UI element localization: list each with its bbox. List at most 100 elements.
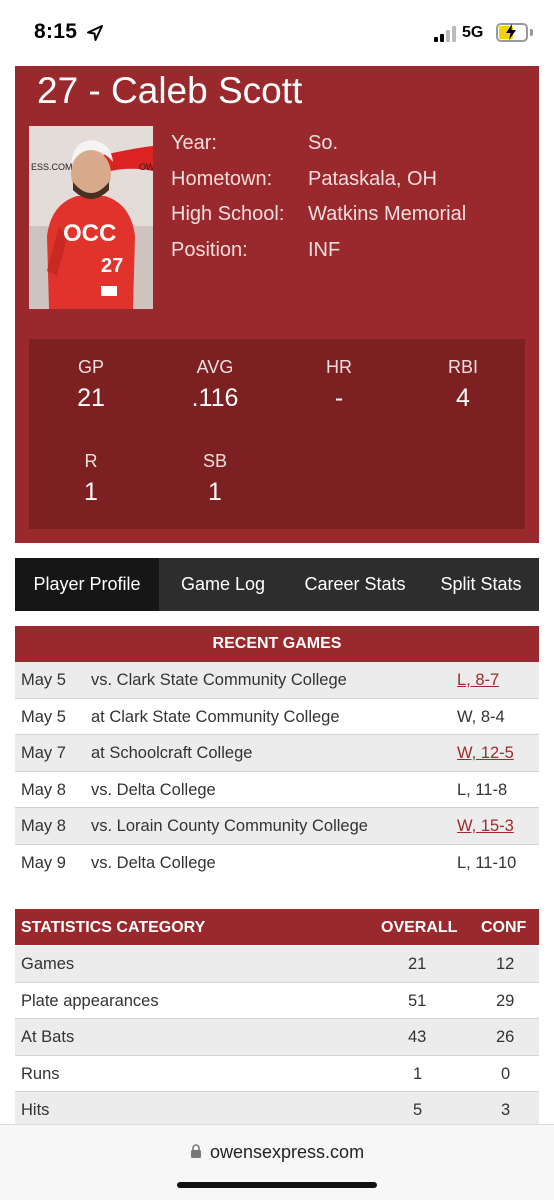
tab-player-profile[interactable]: Player Profile <box>15 558 159 611</box>
game-opponent: at Schoolcraft College <box>91 744 253 762</box>
game-opponent: at Clark State Community College <box>91 707 340 726</box>
table-row: Plate appearances 51 29 <box>15 983 539 1019</box>
column-header-overall: OVERALL <box>381 919 458 936</box>
player-header: 27 - Caleb Scott ESS.COM OW OCC 27 Year:… <box>15 66 539 543</box>
table-row: May 8 vs. Lorain County Community Colleg… <box>15 808 539 845</box>
profile-tabs: Player Profile Game Log Career Stats Spl… <box>15 558 539 611</box>
game-opponent: vs. Lorain County Community College <box>91 817 368 835</box>
game-result-link[interactable]: W, 12-5 <box>457 744 514 763</box>
game-date: May 7 <box>21 744 66 762</box>
statistics-table: Games 21 12 Plate appearances 51 29 At B… <box>15 946 539 1129</box>
game-result-link[interactable]: W, 15-3 <box>457 817 514 836</box>
bio-value: Watkins Memorial <box>308 203 467 225</box>
game-date: May 9 <box>21 853 66 872</box>
stat-overall: 1 <box>413 1064 423 1083</box>
stat-overall: 5 <box>413 1101 423 1119</box>
stat-category: At Bats <box>21 1028 75 1046</box>
stat-conf: 29 <box>496 991 515 1010</box>
column-header-category: STATISTICS CATEGORY <box>21 919 206 936</box>
stat-sb: SB 1 <box>153 451 277 507</box>
stat-conf: 0 <box>501 1064 511 1083</box>
stat-category: Runs <box>21 1064 60 1083</box>
table-row: May 8 vs. Delta College L, 11-8 <box>15 772 539 808</box>
table-row: May 7 at Schoolcraft College W, 12-5 <box>15 735 539 772</box>
status-bar: 8:15 5G <box>0 0 554 66</box>
home-indicator[interactable] <box>177 1182 377 1188</box>
table-row: May 9 vs. Delta College L, 11-10 <box>15 845 539 882</box>
statistics-header: STATISTICS CATEGORY OVERALL CONF <box>15 909 539 945</box>
stat-conf: 3 <box>501 1101 511 1119</box>
game-opponent: vs. Delta College <box>91 780 216 799</box>
stat-label: GP <box>77 357 104 377</box>
stat-gp: GP 21 <box>29 357 153 413</box>
browser-address-bar[interactable]: owensexpress.com <box>0 1124 554 1200</box>
location-arrow-icon <box>87 25 103 41</box>
stat-conf: 12 <box>496 955 515 973</box>
table-row: Runs 1 0 <box>15 1056 539 1092</box>
bio-label: Position: <box>171 238 248 261</box>
tab-split-stats[interactable]: Split Stats <box>423 558 539 611</box>
table-row: May 5 at Clark State Community College W… <box>15 699 539 735</box>
game-date: May 8 <box>21 780 66 799</box>
stat-value: .116 <box>191 384 239 412</box>
stat-value: - <box>334 384 344 412</box>
tab-game-log[interactable]: Game Log <box>159 558 287 611</box>
stat-label: HR <box>326 357 352 377</box>
bio-label: Hometown: <box>171 167 273 190</box>
bio-label: High School: <box>171 203 285 225</box>
bio-value: So. <box>308 132 339 154</box>
stat-hr: HR - <box>277 357 401 413</box>
stat-rbi: RBI 4 <box>401 357 525 413</box>
game-result-link[interactable]: L, 8-7 <box>457 671 499 690</box>
cellular-signal-icon <box>434 26 460 42</box>
bio-value: Pataskala, OH <box>308 167 437 190</box>
table-row: At Bats 43 26 <box>15 1019 539 1056</box>
stat-value: 21 <box>77 384 105 412</box>
player-photo: ESS.COM OW OCC 27 <box>29 126 153 309</box>
game-opponent: vs. Clark State Community College <box>91 671 347 689</box>
player-name: 27 - Caleb Scott <box>37 70 303 111</box>
player-bio: Year: So. Hometown: Pataskala, OH High S… <box>171 128 531 270</box>
url-text: owensexpress.com <box>210 1142 365 1162</box>
bio-row-high-school: High School: Watkins Memorial <box>171 199 531 235</box>
jersey-text: OCC <box>63 220 116 247</box>
game-date: May 5 <box>21 671 66 689</box>
bio-value: INF <box>308 238 341 261</box>
stat-overall: 43 <box>408 1028 427 1046</box>
photo-backdrop-text: ESS.COM <box>31 162 73 172</box>
column-header-conf: CONF <box>481 919 527 936</box>
photo-backdrop-text-right: OW <box>139 162 153 172</box>
lock-icon <box>191 1144 201 1158</box>
table-row: Games 21 12 <box>15 946 539 983</box>
stat-category: Games <box>21 955 75 973</box>
stat-avg: AVG .116 <box>153 357 277 413</box>
stat-value: 4 <box>456 384 470 412</box>
bio-row-hometown: Hometown: Pataskala, OH <box>171 164 531 200</box>
stat-label: RBI <box>447 357 478 377</box>
recent-games-header: RECENT GAMES <box>15 626 539 662</box>
game-opponent: vs. Delta College <box>91 853 216 872</box>
charging-bolt-icon <box>506 24 516 40</box>
stat-label: AVG <box>196 357 234 377</box>
stat-overall: 51 <box>408 991 427 1010</box>
stat-value: 1 <box>208 478 222 506</box>
table-row: May 5 vs. Clark State Community College … <box>15 662 539 699</box>
game-result: L, 11-10 <box>457 853 517 872</box>
stat-value: 1 <box>84 478 98 506</box>
game-date: May 8 <box>21 817 66 835</box>
stat-label: SB <box>202 451 227 471</box>
game-result: L, 11-8 <box>457 780 508 799</box>
network-type: 5G <box>462 24 484 41</box>
stat-conf: 26 <box>496 1028 515 1046</box>
tab-career-stats[interactable]: Career Stats <box>287 558 423 611</box>
bio-row-year: Year: So. <box>171 128 531 164</box>
bio-row-position: Position: INF <box>171 235 531 271</box>
stat-label: R <box>84 451 98 471</box>
stat-category: Plate appearances <box>21 991 159 1010</box>
game-result: W, 8-4 <box>457 707 505 726</box>
recent-games-table: May 5 vs. Clark State Community College … <box>15 662 539 881</box>
jersey-number: 27 <box>101 255 123 277</box>
bio-label: Year: <box>171 132 217 154</box>
stat-r: R 1 <box>29 451 153 507</box>
season-stats-summary: GP 21 AVG .116 HR - RBI 4 R 1 SB 1 <box>29 339 525 529</box>
